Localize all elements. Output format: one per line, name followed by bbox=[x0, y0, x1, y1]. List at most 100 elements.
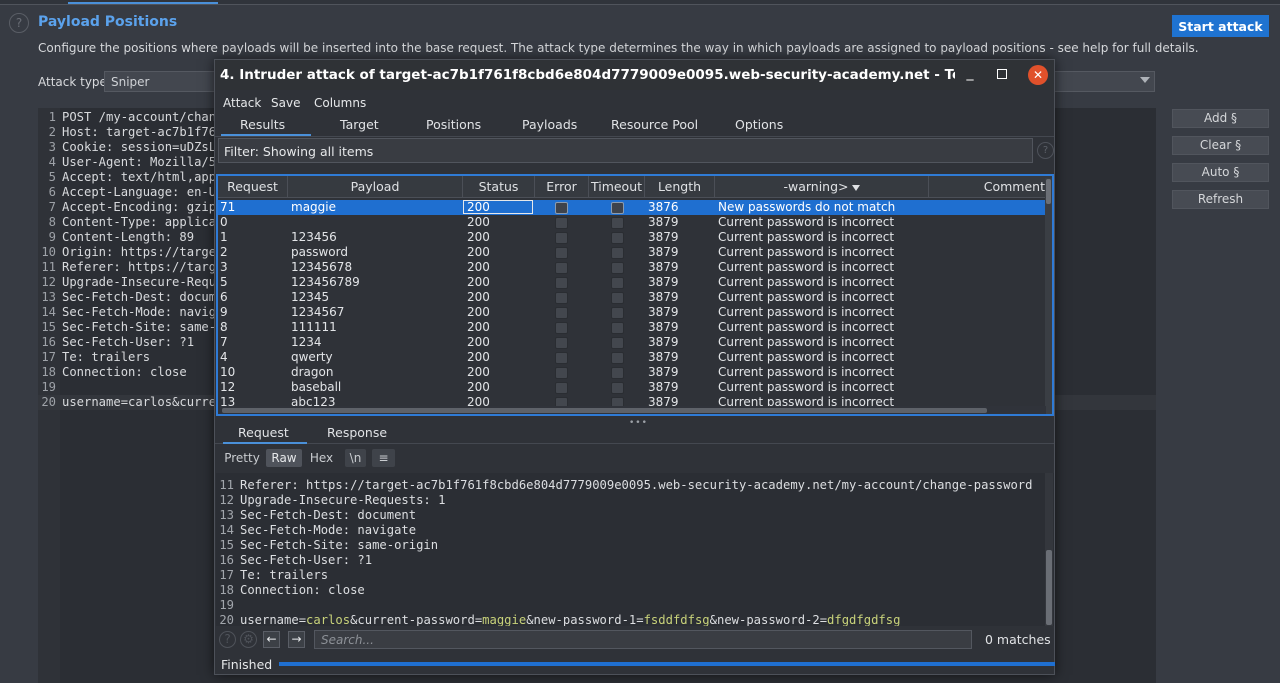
cell-status: 200 bbox=[467, 230, 490, 244]
maximize-icon[interactable] bbox=[997, 69, 1007, 79]
cell-warning: Current password is incorrect bbox=[718, 350, 895, 364]
scrollbar-thumb[interactable] bbox=[1046, 550, 1052, 625]
request-line: 5 Accept: text/html,appl bbox=[38, 170, 224, 185]
filter-bar[interactable]: Filter: Showing all items bbox=[218, 138, 1033, 163]
active-tab-indicator bbox=[221, 134, 311, 136]
start-attack-button[interactable]: Start attack bbox=[1172, 15, 1269, 37]
timeout-checkbox bbox=[611, 277, 624, 289]
table-row[interactable]: 0 200 3879 Current password is incorrect bbox=[218, 215, 1047, 230]
help-icon[interactable]: ? bbox=[9, 13, 29, 33]
table-row[interactable]: 71 maggie 200 3876 New passwords do not matc… bbox=[218, 200, 1047, 215]
request-editor[interactable]: 11 Referer: https://target-ac7b1f761f8cbd… bbox=[216, 473, 1054, 626]
tab-positions[interactable]: Positions bbox=[426, 117, 481, 132]
minimize-icon[interactable]: _ bbox=[963, 66, 977, 80]
vertical-scrollbar[interactable] bbox=[1045, 178, 1052, 414]
table-row[interactable]: 5 123456789 200 3879 Current password is inc… bbox=[218, 275, 1047, 290]
column-length[interactable]: Length bbox=[645, 176, 715, 198]
help-icon[interactable]: ? bbox=[219, 631, 236, 648]
error-checkbox bbox=[555, 322, 568, 334]
cell-payload: 1234567 bbox=[291, 305, 345, 319]
cell-payload: password bbox=[291, 245, 348, 259]
auto-markers-button[interactable]: Auto § bbox=[1172, 163, 1269, 182]
column-request[interactable]: Request bbox=[218, 176, 288, 198]
table-row[interactable]: 9 1234567 200 3879 Current password is incor… bbox=[218, 305, 1047, 320]
status-text: Finished bbox=[221, 657, 273, 672]
menu-save[interactable]: Save bbox=[271, 96, 300, 110]
column-warning[interactable]: -warning> bbox=[715, 176, 929, 198]
error-checkbox bbox=[555, 262, 568, 274]
header-value: https://target-ac7b1f761f8cbd6e804d77790… bbox=[298, 478, 1033, 492]
window-title: 4. Intruder attack of target-ac7b1f761f8… bbox=[220, 67, 955, 83]
tab-results[interactable]: Results bbox=[240, 117, 285, 132]
cell-warning: Current password is incorrect bbox=[718, 335, 895, 349]
next-arrow-icon[interactable]: → bbox=[288, 631, 305, 648]
table-row[interactable]: 1 123456 200 3879 Current password is incorr… bbox=[218, 230, 1047, 245]
cell-status: 200 bbox=[467, 290, 490, 304]
error-checkbox bbox=[555, 292, 568, 304]
editor-line: 15 Sec-Fetch-Site: same-origin bbox=[218, 538, 438, 553]
newline-toggle-button[interactable]: \n bbox=[345, 449, 366, 467]
table-row[interactable]: 12 baseball 200 3879 Current password is inc… bbox=[218, 380, 1047, 395]
help-icon[interactable]: ? bbox=[1037, 142, 1054, 159]
column-comment[interactable]: Comment bbox=[929, 176, 1047, 198]
cell-length: 3879 bbox=[648, 230, 679, 244]
column-payload[interactable]: Payload bbox=[288, 176, 463, 198]
cell-length: 3879 bbox=[648, 245, 679, 259]
refresh-button[interactable]: Refresh bbox=[1172, 190, 1269, 209]
window-titlebar[interactable]: 4. Intruder attack of target-ac7b1f761f8… bbox=[215, 60, 1054, 90]
menu-columns[interactable]: Columns bbox=[314, 96, 366, 110]
header-name: Referer: bbox=[240, 478, 299, 492]
line-number: 17 bbox=[219, 568, 234, 582]
column-timeout[interactable]: Timeout bbox=[589, 176, 645, 198]
table-row[interactable]: 3 12345678 200 3879 Current password is inco… bbox=[218, 260, 1047, 275]
settings-icon[interactable]: ⚙ bbox=[240, 631, 257, 648]
header-name: Sec-Fetch-User: bbox=[240, 553, 351, 567]
error-checkbox bbox=[555, 382, 568, 394]
tab-response[interactable]: Response bbox=[327, 425, 387, 440]
header-name: Sec-Fetch-Dest: bbox=[240, 508, 351, 522]
tab-request[interactable]: Request bbox=[238, 425, 289, 440]
clear-markers-button[interactable]: Clear § bbox=[1172, 136, 1269, 155]
timeout-checkbox bbox=[611, 352, 624, 364]
table-row[interactable]: 4 qwerty 200 3879 Current password is incorr… bbox=[218, 350, 1047, 365]
line-text: Referer: https://targe bbox=[62, 260, 224, 274]
line-number: 18 bbox=[41, 365, 56, 379]
menu-attack[interactable]: Attack bbox=[223, 96, 261, 110]
attack-tabs: Results Target Positions Payloads Resour… bbox=[215, 113, 1054, 137]
line-number: 11 bbox=[219, 478, 234, 492]
tab-options[interactable]: Options bbox=[735, 117, 783, 132]
error-checkbox bbox=[555, 232, 568, 244]
scrollbar-thumb[interactable] bbox=[222, 408, 987, 413]
tab-payloads[interactable]: Payloads bbox=[522, 117, 577, 132]
menu-icon[interactable]: ≡ bbox=[372, 449, 395, 467]
search-input[interactable]: Search... bbox=[314, 630, 972, 649]
editor-line: 14 Sec-Fetch-Mode: navigate bbox=[218, 523, 416, 538]
chevron-down-icon[interactable] bbox=[1140, 77, 1150, 83]
table-row[interactable]: 2 password 200 3879 Current password is inco… bbox=[218, 245, 1047, 260]
table-row[interactable]: 8 111111 200 3879 Current password is incorr… bbox=[218, 320, 1047, 335]
raw-button[interactable]: Raw bbox=[266, 449, 302, 467]
pretty-button[interactable]: Pretty bbox=[222, 449, 262, 467]
scrollbar-thumb[interactable] bbox=[1046, 179, 1051, 204]
line-text: Accept-Encoding: gzip, bbox=[62, 200, 224, 214]
page-title: Payload Positions bbox=[38, 14, 178, 30]
table-row[interactable]: 10 dragon 200 3879 Current password is incor… bbox=[218, 365, 1047, 380]
column-warning-label: -warning> bbox=[783, 179, 849, 194]
close-icon[interactable]: ✕ bbox=[1028, 65, 1048, 85]
column-status[interactable]: Status bbox=[463, 176, 535, 198]
column-error[interactable]: Error bbox=[535, 176, 589, 198]
add-marker-button[interactable]: Add § bbox=[1172, 109, 1269, 128]
line-number: 15 bbox=[41, 320, 56, 334]
cell-payload: 111111 bbox=[291, 320, 337, 334]
hex-button[interactable]: Hex bbox=[305, 449, 338, 467]
tab-resource-pool[interactable]: Resource Pool bbox=[611, 117, 698, 132]
cell-status: 200 bbox=[467, 350, 490, 364]
tab-target[interactable]: Target bbox=[340, 117, 379, 132]
param-value: fsddfdfsg bbox=[643, 613, 710, 626]
timeout-checkbox bbox=[611, 382, 624, 394]
table-row[interactable]: 7 1234 200 3879 Current password is incorrec… bbox=[218, 335, 1047, 350]
param-name: &new-password-2= bbox=[709, 613, 828, 626]
previous-arrow-icon[interactable]: ← bbox=[263, 631, 280, 648]
table-row[interactable]: 6 12345 200 3879 Current password is incorre… bbox=[218, 290, 1047, 305]
cell-warning: Current password is incorrect bbox=[718, 380, 895, 394]
